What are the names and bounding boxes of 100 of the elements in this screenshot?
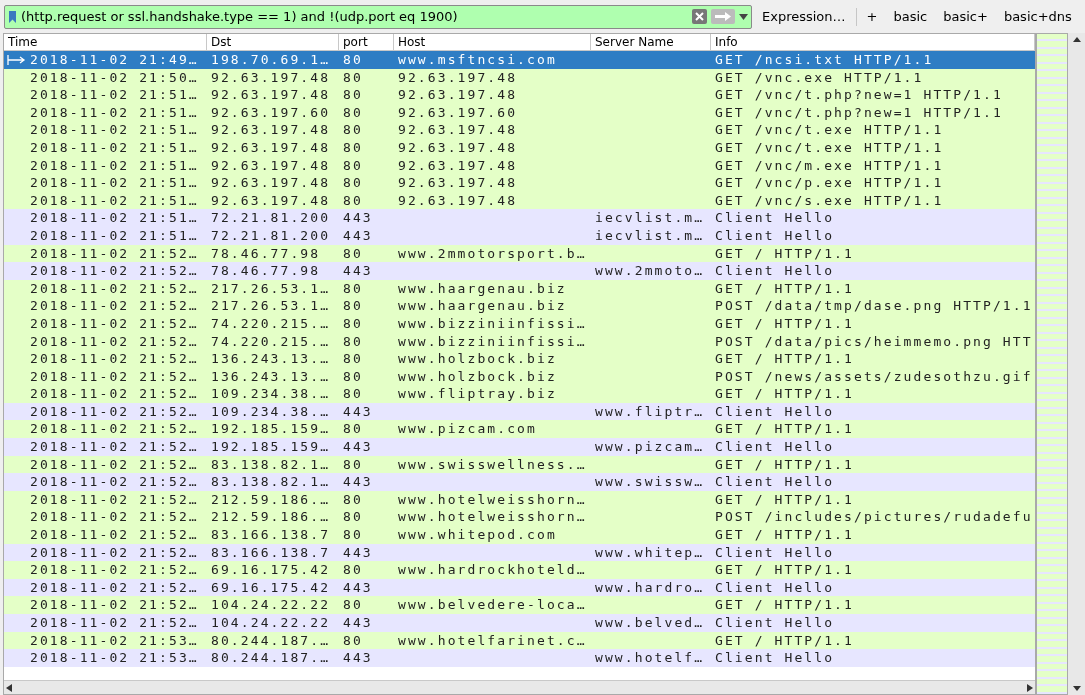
table-cell-text: 92.63.197.48 <box>210 122 331 138</box>
table-cell-text: 2018-11-02 21:52… <box>29 490 199 509</box>
table-cell-text: 443 <box>342 227 373 243</box>
table-cell-text: 212.59.186.… <box>210 491 331 507</box>
column-header[interactable]: Host <box>394 34 591 51</box>
table-cell-text: GET / HTTP/1.1 <box>714 245 854 261</box>
table-cell-text: 69.16.175.42 <box>210 579 331 595</box>
packet-row[interactable]: 2018-11-02 21:51… 92.63.197.48 80 92.63.197.48 GET /vnc/p.exe HTTP/1.1 <box>4 174 1035 192</box>
display-filter-field[interactable]: (http.request or ssl.handshake.type == 1) and !(udp.port eq 1900) <box>4 4 752 29</box>
packet-row[interactable]: 2018-11-02 21:52… 83.138.82.1… 443 www.swissw… Client Hello <box>4 473 1035 491</box>
packet-row[interactable]: 2018-11-02 21:52… 192.185.159… 443 www.pizcam… Client Hello <box>4 438 1035 456</box>
scroll-up-icon[interactable] <box>1072 37 1081 42</box>
table-cell-text: POST /data/tmp/dase.png HTTP/1.1 <box>714 298 1033 314</box>
packet-row[interactable]: 2018-11-02 21:49… 198.70.69.1… 80 www.msftncsi.com GET /ncsi.txt HTTP/1.1 <box>4 51 1035 69</box>
table-cell-text: 92.63.197.48 <box>397 157 518 173</box>
clear-icon[interactable] <box>692 9 707 24</box>
table-cell-text: 80.244.187.… <box>210 632 331 648</box>
table-cell-text: POST /news/assets/zudesothzu.gif <box>714 368 1033 384</box>
table-cell-text: www.2mmoto… <box>594 263 705 279</box>
table-cell-text: 136.243.13.… <box>210 368 331 384</box>
packet-row[interactable]: 2018-11-02 21:51… 92.63.197.48 80 92.63.197.48 GET /vnc/t.exe HTTP/1.1 <box>4 121 1035 139</box>
table-cell-text: 80 <box>342 87 363 103</box>
packet-row[interactable]: 2018-11-02 21:51… 92.63.197.48 80 92.63.197.48 GET /vnc/t.php?new=1 HTTP/1.1 <box>4 86 1035 104</box>
table-cell-text: iecvlist.m… <box>594 227 705 243</box>
table-cell-text: 104.24.22.22 <box>210 597 331 613</box>
table-cell-text: GET / HTTP/1.1 <box>714 562 854 578</box>
table-cell-text: 2018-11-02 21:51… <box>29 226 199 245</box>
table-cell-text: GET /vnc.exe HTTP/1.1 <box>714 69 924 85</box>
table-cell-text: 2018-11-02 21:51… <box>29 209 199 227</box>
table-cell-text: 80 <box>342 509 363 525</box>
packet-row[interactable]: 2018-11-02 21:52… 104.24.22.22 80 www.belvedere-loca… GET / HTTP/1.1 <box>4 596 1035 614</box>
filter-input[interactable]: (http.request or ssl.handshake.type == 1) and !(udp.port eq 1900) <box>21 9 688 24</box>
table-cell-text: 92.63.197.48 <box>210 139 331 155</box>
table-cell-text: www.bizziniinfissi… <box>397 315 587 331</box>
column-header[interactable]: port <box>339 34 394 51</box>
table-cell-text: 2018-11-02 21:52… <box>29 297 199 315</box>
table-cell-text: 443 <box>342 263 373 279</box>
packet-row[interactable]: 2018-11-02 21:52… 69.16.175.42 80 www.hardrockhoteld… GET / HTTP/1.1 <box>4 561 1035 579</box>
table-cell-text: www.bizziniinfissi… <box>397 333 587 349</box>
packet-row[interactable]: 2018-11-02 21:52… 83.166.138.7 80 www.whitepod.com GET / HTTP/1.1 <box>4 526 1035 544</box>
table-cell-text: www.fliptray.biz <box>397 386 557 402</box>
table-cell-text: 2018-11-02 21:51… <box>29 191 199 210</box>
table-cell-text: Client Hello <box>714 544 835 560</box>
table-cell-text: 136.243.13.… <box>210 351 331 367</box>
table-cell-text: 80 <box>342 175 363 191</box>
packet-row[interactable]: 2018-11-02 21:52… 78.46.77.98 443 www.2mmoto… Client Hello <box>4 262 1035 280</box>
packet-row[interactable]: 2018-11-02 21:53… 80.244.187.… 443 www.hotelf… Client Hello <box>4 649 1035 667</box>
table-cell-text: 198.70.69.1… <box>210 52 331 67</box>
table-cell-text: GET /vnc/p.exe HTTP/1.1 <box>714 175 944 191</box>
column-header[interactable]: Info <box>711 34 1035 51</box>
table-cell-text: 92.63.197.48 <box>210 157 331 173</box>
packet-row[interactable]: 2018-11-02 21:52… 212.59.186.… 80 www.hotelweisshorn… POST /includes/pictures/rudadefu <box>4 508 1035 527</box>
table-cell-text: 2018-11-02 21:52… <box>29 279 199 298</box>
table-cell-text: 92.63.197.48 <box>210 87 331 103</box>
dropdown-caret-icon[interactable] <box>739 13 748 20</box>
table-cell-text: 443 <box>342 579 373 595</box>
table-cell-text: 92.63.197.60 <box>397 104 518 120</box>
filter-button[interactable]: basic+dns <box>997 4 1078 29</box>
filter-button[interactable]: basic <box>887 4 934 29</box>
scroll-right-icon[interactable] <box>1027 683 1033 692</box>
column-header[interactable]: Time <box>4 34 207 51</box>
horizontal-scrollbar[interactable] <box>4 680 1035 694</box>
table-cell-text: Client Hello <box>714 615 835 630</box>
bookmark-icon[interactable] <box>8 9 17 24</box>
table-cell-text: 443 <box>342 650 373 666</box>
table-cell-text: 2018-11-02 21:52… <box>29 578 199 597</box>
table-cell-text: Client Hello <box>714 403 835 419</box>
vertical-scrollbar[interactable] <box>1068 33 1085 695</box>
filter-button[interactable]: Expression… <box>756 4 852 29</box>
table-cell-text: 80 <box>342 52 363 67</box>
table-cell-text: 80 <box>342 456 363 472</box>
scroll-left-icon[interactable] <box>6 683 12 692</box>
packet-row[interactable]: 2018-11-02 21:52… 217.26.53.1… 80 www.haargenau.biz POST /data/tmp/dase.png HTTP/1.1 <box>4 297 1035 315</box>
table-cell-text: 92.63.197.48 <box>397 69 518 85</box>
table-cell-text: www.hotelf… <box>594 650 705 666</box>
table-cell-text: 2018-11-02 21:51… <box>29 174 199 192</box>
table-cell-text: 80 <box>342 192 363 208</box>
packet-row[interactable]: 2018-11-02 21:52… 104.24.22.22 443 www.belved… Client Hello <box>4 614 1035 632</box>
table-cell-text: GET /vnc/t.php?new=1 HTTP/1.1 <box>714 87 1003 103</box>
table-cell-text: GET / HTTP/1.1 <box>714 386 854 402</box>
table-cell-text: 80 <box>342 298 363 314</box>
table-cell-text: 92.63.197.48 <box>397 87 518 103</box>
table-cell-text: 80 <box>342 597 363 613</box>
table-cell-text: 78.46.77.98 <box>210 263 321 279</box>
column-header[interactable]: Server Name <box>591 34 711 51</box>
table-cell-text: 217.26.53.1… <box>210 280 331 296</box>
table-cell-text: GET /vnc/s.exe HTTP/1.1 <box>714 192 944 208</box>
table-cell-text: GET / HTTP/1.1 <box>714 597 854 613</box>
table-cell-text: 443 <box>342 474 373 490</box>
column-header[interactable]: Dst <box>207 34 339 51</box>
filter-button[interactable]: basic+ <box>937 4 994 29</box>
scroll-down-icon[interactable] <box>1072 686 1081 691</box>
packet-row[interactable]: 2018-11-02 21:51… 72.21.81.200 443 iecvlist.m… Client Hello <box>4 209 1035 227</box>
packet-row[interactable]: 2018-11-02 21:52… 109.234.38.… 80 www.fliptray.biz GET / HTTP/1.1 <box>4 385 1035 403</box>
packet-row[interactable]: 2018-11-02 21:52… 136.243.13.… 80 www.holzbock.biz GET / HTTP/1.1 <box>4 350 1035 368</box>
table-cell-text: 2018-11-02 21:52… <box>29 244 199 263</box>
table-cell-text: 2018-11-02 21:52… <box>29 385 199 403</box>
table-cell-text: 80 <box>342 491 363 507</box>
filter-button[interactable]: + <box>860 4 884 29</box>
packet-row[interactable]: 2018-11-02 21:52… 192.185.159… 80 www.pizcam.com GET / HTTP/1.1 <box>4 420 1035 439</box>
